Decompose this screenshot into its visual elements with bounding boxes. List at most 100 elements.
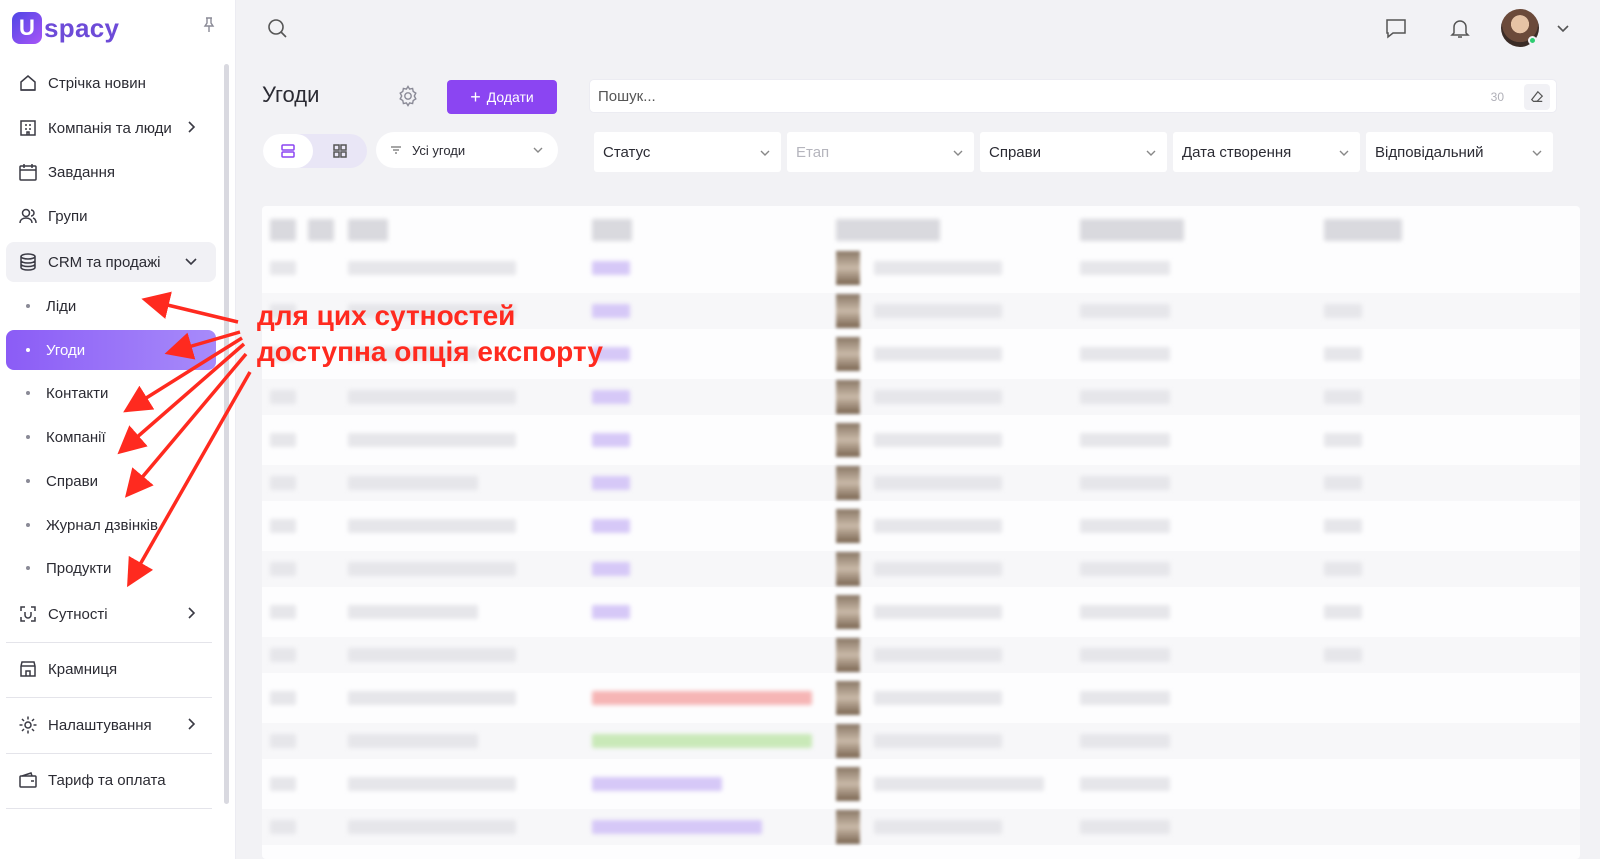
pipeline-select[interactable]: Усі угоди <box>376 132 558 168</box>
sidebar-item-crm[interactable]: CRM та продажі <box>6 242 216 282</box>
list-icon <box>281 144 295 158</box>
pipeline-select-value: Усі угоди <box>412 142 466 158</box>
blurred-cell <box>874 648 1002 662</box>
sidebar-item-settings[interactable]: Налаштування <box>6 705 216 745</box>
store-icon <box>18 659 38 679</box>
sidebar: U spacy Стрічка новин Компанія та люди З… <box>0 0 236 859</box>
table-row[interactable] <box>262 594 1580 630</box>
eraser-icon[interactable] <box>1524 84 1550 110</box>
list-view-button[interactable] <box>263 134 313 168</box>
kanban-view-button[interactable] <box>315 134 365 168</box>
sidebar-item-groups[interactable]: Групи <box>6 196 216 236</box>
blurred-cell <box>874 390 1002 404</box>
chevron-down-icon[interactable] <box>1556 21 1570 35</box>
sidebar-item-store[interactable]: Крамниця <box>6 649 216 689</box>
chat-icon[interactable] <box>1384 16 1408 40</box>
sidebar-subitem-products[interactable]: Продукти <box>6 548 216 588</box>
sidebar-subitem-contacts[interactable]: Контакти <box>6 373 216 413</box>
filter-label: Етап <box>796 143 830 161</box>
sidebar-item-billing[interactable]: Тариф та оплата <box>6 760 216 800</box>
sidebar-subitem-leads[interactable]: Ліди <box>6 286 216 326</box>
sidebar-item-company[interactable]: Компанія та люди <box>6 108 216 148</box>
users-icon <box>18 206 38 226</box>
sidebar-item-label: Налаштування <box>48 716 152 734</box>
sidebar-item-news[interactable]: Стрічка новин <box>6 63 216 103</box>
blurred-cell <box>1080 734 1170 748</box>
blurred-cell <box>1080 777 1170 791</box>
table-row[interactable] <box>262 379 1580 415</box>
blurred-cell <box>348 648 516 662</box>
avatar <box>836 552 860 586</box>
table-header-row <box>262 212 1580 248</box>
sidebar-subitem-activities[interactable]: Справи <box>6 461 216 501</box>
app-logo[interactable]: U spacy <box>12 10 119 46</box>
blurred-cell <box>270 648 296 662</box>
blurred-cell <box>592 605 630 619</box>
avatar <box>836 767 860 801</box>
table-row[interactable] <box>262 551 1580 587</box>
table-row[interactable] <box>262 250 1580 286</box>
gear-icon <box>18 715 38 735</box>
sidebar-subitem-companies[interactable]: Компанії <box>6 417 216 457</box>
avatar <box>836 423 860 457</box>
blurred-cell <box>270 519 296 533</box>
blurred-cell <box>1324 605 1362 619</box>
search-char-count: 30 <box>1490 90 1504 104</box>
sidebar-scrollbar[interactable] <box>224 64 229 804</box>
home-icon <box>18 73 38 93</box>
avatar <box>836 810 860 844</box>
table-row[interactable] <box>262 723 1580 759</box>
blurred-cell <box>874 261 1002 275</box>
blurred-cell <box>270 562 296 576</box>
table-row[interactable] <box>262 809 1580 845</box>
sidebar-subitem-call-log[interactable]: Журнал дзвінків <box>6 505 216 545</box>
activities-filter[interactable]: Справи <box>980 132 1167 172</box>
add-button-label: Додати <box>486 89 534 105</box>
blurred-cell <box>270 261 296 275</box>
search-input[interactable] <box>590 80 1440 112</box>
logo-text: spacy <box>44 12 120 43</box>
blurred-cell <box>348 433 516 447</box>
sidebar-subitem-label: Журнал дзвінків <box>46 516 158 534</box>
sidebar-item-tasks[interactable]: Завдання <box>6 152 216 192</box>
blurred-cell <box>348 691 516 705</box>
blurred-cell <box>1080 519 1170 533</box>
gear-icon[interactable] <box>396 84 420 108</box>
sidebar-divider <box>6 808 212 809</box>
chevron-down-icon <box>1531 146 1543 158</box>
blurred-cell <box>1080 691 1170 705</box>
blurred-cell <box>270 390 296 404</box>
blurred-cell <box>348 476 478 490</box>
blurred-cell <box>348 261 516 275</box>
responsible-filter[interactable]: Відповідальний <box>1366 132 1553 172</box>
sidebar-item-entities[interactable]: Сутності <box>6 594 216 634</box>
blurred-cell <box>1080 261 1170 275</box>
table-row[interactable] <box>262 680 1580 716</box>
calendar-icon <box>18 162 38 182</box>
status-filter[interactable]: Статус <box>594 132 781 172</box>
table-row[interactable] <box>262 422 1580 458</box>
search-icon[interactable] <box>266 17 288 39</box>
stage-filter[interactable]: Етап <box>787 132 974 172</box>
table-row[interactable] <box>262 637 1580 673</box>
sidebar-subitem-deals[interactable]: Угоди <box>6 330 216 370</box>
avatar <box>836 380 860 414</box>
created-date-filter[interactable]: Дата створення <box>1173 132 1360 172</box>
table-row[interactable] <box>262 766 1580 802</box>
avatar <box>836 595 860 629</box>
add-button[interactable]: + Додати <box>447 80 557 114</box>
blurred-cell <box>348 519 516 533</box>
entity-icon <box>18 604 38 624</box>
bullet-icon <box>26 304 30 308</box>
bullet-icon <box>26 435 30 439</box>
table-row[interactable] <box>262 465 1580 501</box>
chevron-right-icon <box>184 120 198 134</box>
table-row[interactable] <box>262 508 1580 544</box>
blurred-cell <box>270 777 296 791</box>
bell-icon[interactable] <box>1448 16 1472 40</box>
blurred-cell <box>1324 562 1362 576</box>
blurred-cell <box>308 219 334 241</box>
avatar <box>836 681 860 715</box>
pin-icon[interactable] <box>201 16 217 34</box>
bullet-icon <box>26 523 30 527</box>
